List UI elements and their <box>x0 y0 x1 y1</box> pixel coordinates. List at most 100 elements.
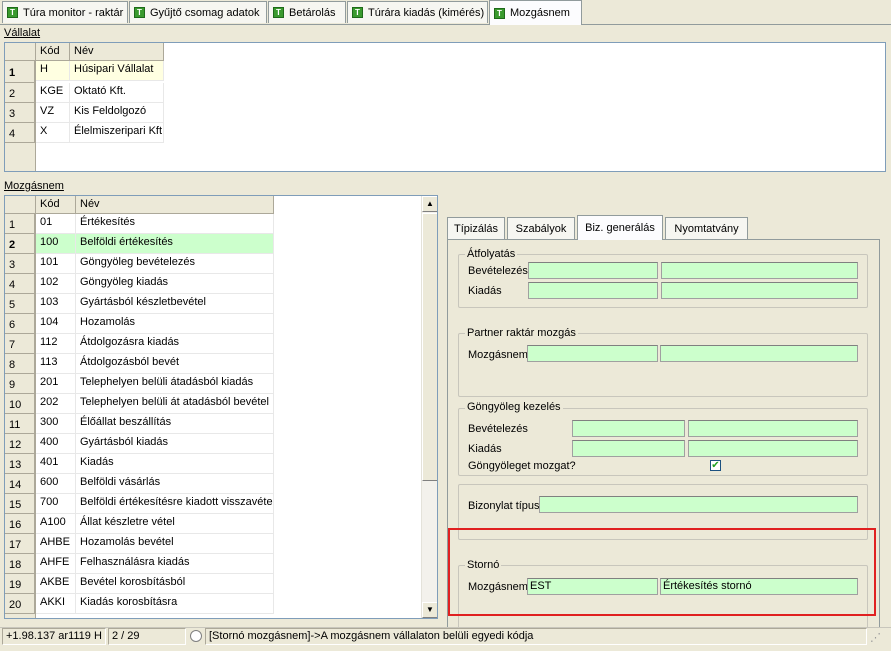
table-cell-nev[interactable]: Gyártásból kiadás <box>76 434 274 454</box>
table-cell-kod[interactable]: 102 <box>36 274 76 294</box>
table-cell-nev[interactable]: Belföldi értékesítés <box>76 234 274 254</box>
gongyoleg-kiadas-name-field[interactable] <box>688 440 858 457</box>
atfolyatas-bevetelezes-code-field[interactable] <box>528 262 658 279</box>
row-number[interactable]: 3 <box>5 103 35 123</box>
table-cell-nev[interactable]: Kiadás <box>76 454 274 474</box>
table-cell-nev[interactable]: Belföldi értékesítésre kiadott visszavét… <box>76 494 274 514</box>
table-cell-nev[interactable]: Telephelyen belüli át atadásból bevétel <box>76 394 274 414</box>
table-cell-kod[interactable]: A100 <box>36 514 76 534</box>
vallalat-grid[interactable]: Kód Név 1 H Húsipari Vállalat 2 KGE Okta… <box>4 42 886 172</box>
table-cell-kod[interactable]: 113 <box>36 354 76 374</box>
tab-biz-generalas[interactable]: Biz. generálás <box>577 215 663 240</box>
table-cell-kod[interactable]: 104 <box>36 314 76 334</box>
table-cell-kod[interactable]: AKKI <box>36 594 76 614</box>
partner-mozgasnem-name-field[interactable] <box>660 345 858 362</box>
row-number[interactable]: 17 <box>5 534 35 554</box>
tab-tura-monitor[interactable]: T Túra monitor - raktár <box>2 1 128 23</box>
table-cell-nev[interactable]: Élőállat beszállítás <box>76 414 274 434</box>
atfolyatas-kiadas-name-field[interactable] <box>661 282 858 299</box>
size-grip-icon[interactable]: ⋰ <box>870 631 887 646</box>
tab-tipizalas[interactable]: Típizálás <box>447 217 505 239</box>
table-cell-nev[interactable]: Átdolgozásra kiadás <box>76 334 274 354</box>
table-cell-kod[interactable]: X <box>36 123 70 143</box>
row-number[interactable]: 2 <box>5 83 35 103</box>
row-number[interactable]: 4 <box>5 123 35 143</box>
tab-szabalyok[interactable]: Szabályok <box>507 217 575 239</box>
column-header-kod[interactable]: Kód <box>36 43 70 61</box>
table-cell-kod[interactable]: 202 <box>36 394 76 414</box>
table-cell-nev[interactable]: Oktató Kft. <box>70 83 164 103</box>
row-number[interactable]: 14 <box>5 474 35 494</box>
row-number[interactable]: 15 <box>5 494 35 514</box>
row-number[interactable]: 10 <box>5 394 35 414</box>
table-cell-nev[interactable]: Élelmiszeripari Kft. <box>70 123 164 143</box>
table-cell-kod[interactable]: 700 <box>36 494 76 514</box>
table-cell-nev[interactable]: Értékesítés <box>76 214 274 234</box>
tab-gyujto-csomag[interactable]: T Gyűjtő csomag adatok <box>129 1 267 23</box>
row-number[interactable]: 7 <box>5 334 35 354</box>
table-cell-kod[interactable]: 100 <box>36 234 76 254</box>
scroll-up-arrow-icon[interactable]: ▲ <box>422 196 437 212</box>
row-number[interactable]: 1 <box>5 61 35 83</box>
table-cell-kod[interactable]: AHBE <box>36 534 76 554</box>
row-number[interactable]: 16 <box>5 514 35 534</box>
tab-nyomtatvany[interactable]: Nyomtatvány <box>665 217 748 239</box>
row-number[interactable]: 9 <box>5 374 35 394</box>
row-number[interactable]: 11 <box>5 414 35 434</box>
atfolyatas-bevetelezes-name-field[interactable] <box>661 262 858 279</box>
scroll-down-arrow-icon[interactable]: ▼ <box>422 602 437 618</box>
table-cell-nev[interactable]: Húsipari Vállalat <box>70 61 164 81</box>
table-cell-kod[interactable]: 103 <box>36 294 76 314</box>
table-cell-nev[interactable]: Kis Feldolgozó <box>70 103 164 123</box>
gongyoleg-kiadas-code-field[interactable] <box>572 440 685 457</box>
vertical-scrollbar[interactable]: ▲ ▼ <box>421 196 437 618</box>
gongyoleg-bevetelezes-code-field[interactable] <box>572 420 685 437</box>
row-number[interactable]: 6 <box>5 314 35 334</box>
row-number[interactable]: 13 <box>5 454 35 474</box>
column-header-nev[interactable]: Név <box>76 196 274 214</box>
column-header-kod[interactable]: Kód <box>36 196 76 214</box>
table-cell-nev[interactable]: Átdolgozásból bevét <box>76 354 274 374</box>
table-cell-kod[interactable]: 400 <box>36 434 76 454</box>
atfolyatas-kiadas-code-field[interactable] <box>528 282 658 299</box>
row-number[interactable]: 4 <box>5 274 35 294</box>
status-radio-icon[interactable] <box>190 630 202 642</box>
tab-mozgasnem[interactable]: T Mozgásnem <box>489 0 582 25</box>
table-cell-kod[interactable]: 112 <box>36 334 76 354</box>
table-cell-nev[interactable]: Hozamolás bevétel <box>76 534 274 554</box>
table-cell-nev[interactable]: Telephelyen belüli átadásból kiadás <box>76 374 274 394</box>
tab-betarolas[interactable]: T Betárolás <box>268 1 346 23</box>
row-number[interactable]: 19 <box>5 574 35 594</box>
table-cell-nev[interactable]: Bevétel korosbításból <box>76 574 274 594</box>
table-cell-kod[interactable]: 101 <box>36 254 76 274</box>
row-number[interactable]: 2 <box>5 234 35 254</box>
row-number[interactable]: 18 <box>5 554 35 574</box>
row-number[interactable]: 12 <box>5 434 35 454</box>
row-number[interactable]: 20 <box>5 594 35 614</box>
row-number[interactable]: 1 <box>5 214 35 234</box>
table-cell-kod[interactable]: AKBE <box>36 574 76 594</box>
row-number[interactable]: 3 <box>5 254 35 274</box>
mozgasnem-grid[interactable]: Kód Név 1 01 Értékesítés 2 100 Belföldi érték… <box>4 195 438 619</box>
gongyoleg-mozgat-checkbox[interactable]: ✔ <box>710 460 721 471</box>
table-cell-nev[interactable]: Göngyöleg bevételezés <box>76 254 274 274</box>
table-cell-nev[interactable]: Belföldi vásárlás <box>76 474 274 494</box>
bizonylat-tipus-field[interactable] <box>539 496 858 513</box>
scrollbar-thumb[interactable] <box>422 213 437 481</box>
table-cell-kod[interactable]: AHFE <box>36 554 76 574</box>
table-cell-kod[interactable]: H <box>36 61 70 81</box>
partner-mozgasnem-code-field[interactable] <box>527 345 658 362</box>
table-cell-kod[interactable]: 600 <box>36 474 76 494</box>
row-number[interactable]: 8 <box>5 354 35 374</box>
table-cell-nev[interactable]: Kiadás korosbításra <box>76 594 274 614</box>
row-number[interactable]: 5 <box>5 294 35 314</box>
table-cell-nev[interactable]: Gyártásból készletbevétel <box>76 294 274 314</box>
table-cell-kod[interactable]: KGE <box>36 83 70 103</box>
table-cell-kod[interactable]: 201 <box>36 374 76 394</box>
table-cell-nev[interactable]: Állat készletre vétel <box>76 514 274 534</box>
table-cell-kod[interactable]: 01 <box>36 214 76 234</box>
gongyoleg-bevetelezes-name-field[interactable] <box>688 420 858 437</box>
table-cell-kod[interactable]: 401 <box>36 454 76 474</box>
column-header-nev[interactable]: Név <box>70 43 164 61</box>
table-cell-kod[interactable]: VZ <box>36 103 70 123</box>
